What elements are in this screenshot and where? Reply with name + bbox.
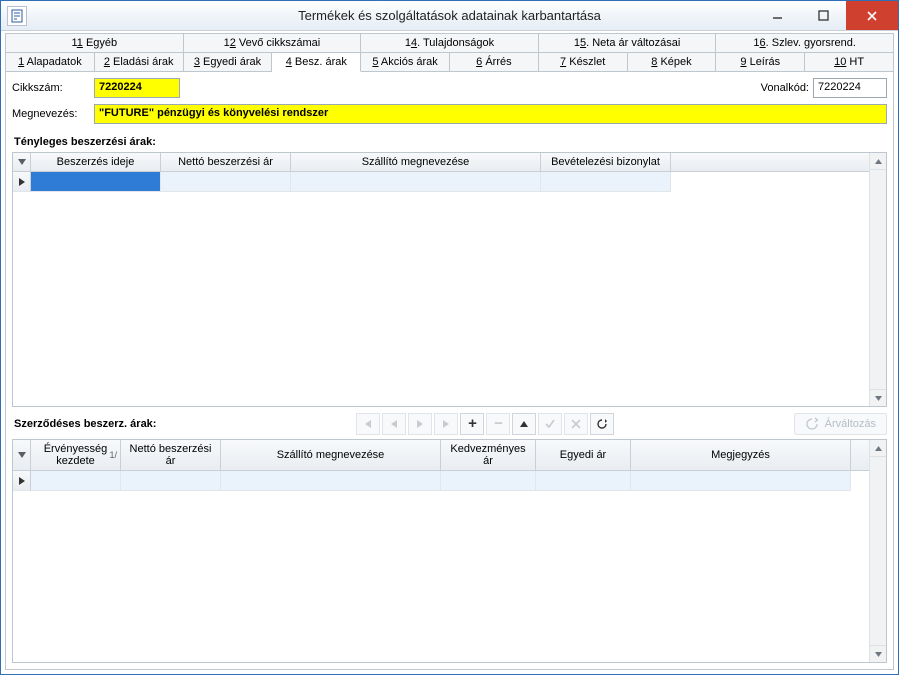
label-megnevezes: Megnevezés:	[12, 108, 94, 120]
label-cikkszam: Cikkszám:	[12, 82, 94, 94]
tab-upper[interactable]: 14. Tulajdonságok	[361, 33, 539, 52]
grid2-col-header[interactable]: Megjegyzés	[631, 440, 851, 470]
tab-lower[interactable]: 10 HT	[805, 52, 894, 72]
app-window: Termékek és szolgáltatások adatainak kar…	[0, 0, 899, 675]
tab-body: Cikkszám: 7220224 Vonalkód: 7220224 Megn…	[5, 71, 894, 670]
tab-lower[interactable]: 9 Leírás	[716, 52, 805, 72]
tabstrip-lower: 1 Alapadatok2 Eladási árak3 Egyedi árak4…	[5, 52, 894, 72]
grid1-col-header[interactable]: Bevételezési bizonylat	[541, 153, 671, 171]
grid1-col-header[interactable]: Szállító megnevezése	[291, 153, 541, 171]
grid2-col-header[interactable]: Érvényesség kezdete1/	[31, 440, 121, 470]
nav-delete[interactable]: −	[486, 413, 510, 435]
midbar: Szerződéses beszerz. árak: + − Árváltozá…	[12, 413, 887, 435]
tab-upper[interactable]: 15. Neta ár változásai	[539, 33, 717, 52]
tab-lower[interactable]: 4 Besz. árak	[272, 52, 361, 72]
grid1-cell[interactable]	[541, 172, 671, 192]
grid1-cell[interactable]	[31, 172, 161, 192]
tab-upper[interactable]: 11 Egyéb	[5, 33, 184, 52]
tab-lower[interactable]: 8 Képek	[628, 52, 717, 72]
grid1-row-indicator	[13, 172, 31, 192]
nav-next[interactable]	[408, 413, 432, 435]
grid2-row-indicator	[13, 471, 31, 491]
tab-upper[interactable]: 12 Vevő cikkszámai	[184, 33, 362, 52]
grid2-cell[interactable]	[121, 471, 221, 491]
titlebar: Termékek és szolgáltatások adatainak kar…	[1, 1, 898, 31]
tab-lower[interactable]: 3 Egyedi árak	[184, 52, 273, 72]
tab-lower[interactable]: 6 Árrés	[450, 52, 539, 72]
grid1-col-header[interactable]: Nettó beszerzési ár	[161, 153, 291, 171]
grid2-col-header[interactable]: Szállító megnevezése	[221, 440, 441, 470]
tabstrip-upper: 11 Egyéb12 Vevő cikkszámai14. Tulajdonsá…	[5, 33, 894, 52]
maximize-button[interactable]	[800, 1, 846, 30]
field-vonalkod[interactable]: 7220224	[813, 78, 887, 98]
tab-upper[interactable]: 16. Szlev. gyorsrend.	[716, 33, 894, 52]
nav-insert[interactable]: +	[460, 413, 484, 435]
scroll-up-icon[interactable]	[870, 153, 886, 170]
grid1-col-header[interactable]: Beszerzés ideje	[31, 153, 161, 171]
arvaltozas-button: Árváltozás	[794, 413, 887, 435]
grid1-vscroll[interactable]	[869, 153, 886, 406]
section1-title: Tényleges beszerzési árak:	[14, 136, 887, 148]
db-navigator: + −	[356, 413, 616, 435]
tab-lower[interactable]: 1 Alapadatok	[5, 52, 95, 72]
minimize-button[interactable]	[754, 1, 800, 30]
grid2-cell[interactable]	[31, 471, 121, 491]
grid1-cell[interactable]	[291, 172, 541, 192]
field-megnevezes[interactable]: "FUTURE" pénzügyi és könyvelési rendszer	[94, 104, 887, 124]
grid2-cell[interactable]	[441, 471, 536, 491]
app-icon	[7, 6, 27, 26]
nav-refresh[interactable]	[590, 413, 614, 435]
grid2-menu[interactable]	[13, 440, 31, 470]
nav-post[interactable]	[538, 413, 562, 435]
row-megnevezes: Megnevezés: "FUTURE" pénzügyi és könyvel…	[12, 104, 887, 124]
nav-cancel[interactable]	[564, 413, 588, 435]
nav-last[interactable]	[434, 413, 458, 435]
row-cikkszam: Cikkszám: 7220224 Vonalkód: 7220224	[12, 78, 887, 98]
tab-lower[interactable]: 7 Készlet	[539, 52, 628, 72]
arvaltozas-label: Árváltozás	[825, 418, 876, 430]
grid2-col-header[interactable]: Egyedi ár	[536, 440, 631, 470]
grid2-col-header[interactable]: Nettó beszerzési ár	[121, 440, 221, 470]
nav-edit[interactable]	[512, 413, 536, 435]
nav-first[interactable]	[356, 413, 380, 435]
grid2-vscroll[interactable]	[869, 440, 886, 662]
grid1-menu[interactable]	[13, 153, 31, 171]
field-cikkszam[interactable]: 7220224	[94, 78, 180, 98]
scroll-up-icon[interactable]	[870, 440, 886, 457]
tab-lower[interactable]: 2 Eladási árak	[95, 52, 184, 72]
client-area: 11 Egyéb12 Vevő cikkszámai14. Tulajdonsá…	[1, 31, 898, 674]
scroll-down-icon[interactable]	[870, 645, 886, 662]
nav-prev[interactable]	[382, 413, 406, 435]
grid2-col-header[interactable]: Kedvezményes ár	[441, 440, 536, 470]
grid1-cell[interactable]	[161, 172, 291, 192]
tab-lower[interactable]: 5 Akciós árak	[361, 52, 450, 72]
grid-contract-prices: Érvényesség kezdete1/Nettó beszerzési ár…	[12, 439, 887, 663]
refresh-icon	[805, 417, 819, 431]
grid2-cell[interactable]	[631, 471, 851, 491]
close-button[interactable]	[846, 1, 898, 30]
section2-title: Szerződéses beszerz. árak:	[14, 418, 156, 430]
grid-actual-prices: Beszerzés idejeNettó beszerzési árSzállí…	[12, 152, 887, 407]
scroll-down-icon[interactable]	[870, 389, 886, 406]
label-vonalkod: Vonalkód:	[761, 82, 809, 94]
grid2-cell[interactable]	[536, 471, 631, 491]
grid2-cell[interactable]	[221, 471, 441, 491]
